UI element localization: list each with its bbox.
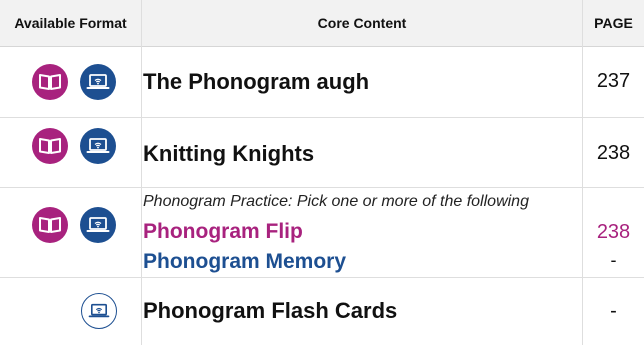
book-icon (32, 128, 68, 164)
option-phonogram-memory: Phonogram Memory (143, 250, 347, 273)
core-content-title: Knitting Knights (143, 141, 315, 166)
header-available-format: Available Format (14, 15, 127, 31)
page-number: - (610, 300, 617, 322)
page-number: - (610, 250, 617, 270)
table-row: Phonogram Flash Cards - (0, 278, 644, 345)
page-number: 238 (596, 221, 631, 243)
laptop-icon (80, 64, 116, 100)
book-icon (32, 207, 68, 243)
table-row: The Phonogram augh 237 (0, 47, 644, 118)
laptop-icon (80, 207, 116, 243)
lesson-table: Available Format Core Content PAGE The P… (0, 0, 644, 345)
header-core-content: Core Content (317, 15, 407, 31)
book-icon (32, 64, 68, 100)
laptop-icon (80, 128, 116, 164)
table-row: Phonogram Practice: Pick one or more of … (0, 188, 644, 278)
header-page: PAGE (594, 15, 633, 31)
page-number: 238 (596, 142, 631, 164)
format-cell (0, 118, 141, 187)
format-cell (0, 188, 141, 277)
format-cell (0, 47, 141, 117)
core-content-title: Phonogram Flash Cards (143, 298, 398, 323)
format-cell (0, 278, 141, 345)
core-content-title: The Phonogram augh (143, 69, 370, 94)
table-header: Available Format Core Content PAGE (0, 0, 644, 47)
laptop-icon (81, 293, 117, 329)
table-row: Knitting Knights 238 (0, 118, 644, 188)
practice-instructions: Phonogram Practice: Pick one or more of … (143, 193, 529, 210)
option-phonogram-flip: Phonogram Flip (143, 220, 303, 243)
page-number: 237 (596, 70, 631, 92)
